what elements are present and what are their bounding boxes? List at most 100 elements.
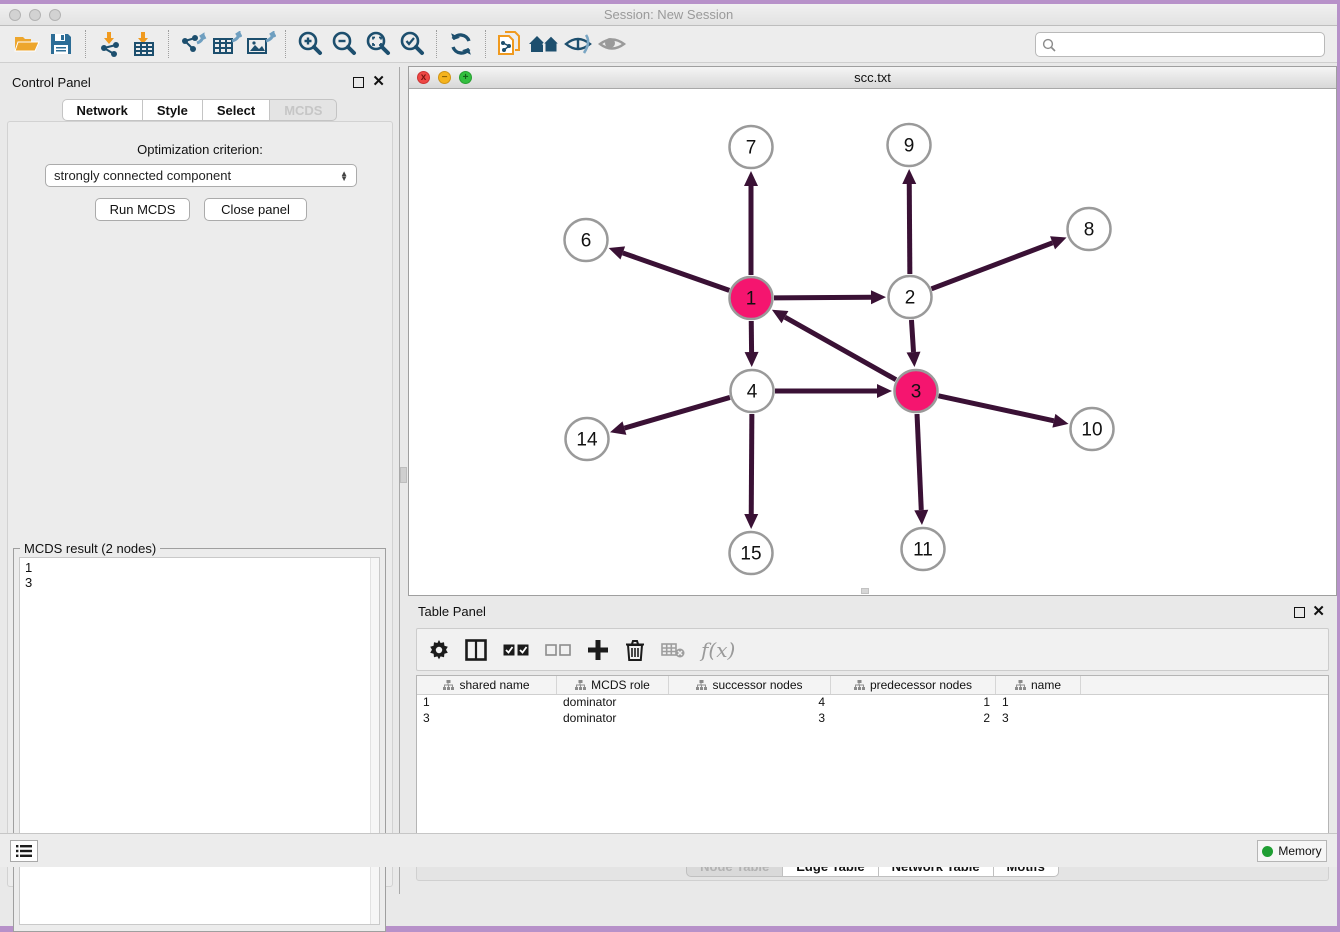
toolbar-separator bbox=[485, 30, 486, 58]
toolbar-separator bbox=[436, 30, 437, 58]
memory-label: Memory bbox=[1278, 844, 1321, 858]
network-resize-handle[interactable] bbox=[861, 588, 869, 594]
export-table-button[interactable] bbox=[210, 29, 244, 59]
vertical-splitter[interactable] bbox=[400, 67, 408, 894]
network-canvas[interactable]: 7968124314101511 bbox=[409, 89, 1336, 595]
graph-edge-2-8[interactable] bbox=[932, 243, 1053, 289]
criterion-dropdown[interactable]: strongly connected component ▲▼ bbox=[45, 164, 357, 187]
node-label: 3 bbox=[911, 382, 922, 403]
table-row[interactable]: 1dominator411 bbox=[417, 695, 1328, 711]
clone-network-button[interactable] bbox=[493, 29, 527, 59]
show-columns-icon[interactable] bbox=[465, 637, 487, 663]
tab-mcds[interactable]: MCDS bbox=[269, 99, 337, 121]
graph-edge-1-6[interactable] bbox=[623, 253, 730, 290]
table-cell[interactable]: 3 bbox=[417, 711, 557, 727]
node-label: 8 bbox=[1084, 220, 1095, 241]
graph-edge-4-15[interactable] bbox=[751, 414, 752, 514]
app-window: Session: New Session bbox=[0, 4, 1337, 926]
graph-edge-2-9[interactable] bbox=[909, 184, 910, 274]
search-icon bbox=[1042, 38, 1056, 52]
table-cell[interactable]: 2 bbox=[831, 711, 996, 727]
column-header-successor-nodes[interactable]: successor nodes bbox=[669, 676, 831, 694]
control-panel: Control Panel ✕ Network Style Select MCD… bbox=[0, 67, 400, 894]
save-session-button[interactable] bbox=[44, 29, 78, 59]
optimization-criterion-label: Optimization criterion: bbox=[8, 142, 392, 157]
table-cell[interactable]: dominator bbox=[557, 711, 669, 727]
sort-column-icon bbox=[575, 680, 586, 691]
table-panel-title: Table Panel bbox=[418, 604, 486, 619]
main-toolbar bbox=[0, 26, 1337, 63]
float-table-panel-icon[interactable] bbox=[1294, 607, 1305, 618]
edge-arrowhead bbox=[877, 384, 892, 398]
zoom-selected-button[interactable] bbox=[395, 29, 429, 59]
table-cell[interactable]: 1 bbox=[831, 695, 996, 711]
export-image-button[interactable] bbox=[244, 29, 278, 59]
add-column-icon[interactable] bbox=[587, 637, 609, 663]
edge-arrowhead bbox=[914, 510, 928, 525]
hide-panels-button[interactable] bbox=[561, 29, 595, 59]
graph-edge-3-10[interactable] bbox=[938, 396, 1053, 421]
close-panel-icon[interactable]: ✕ bbox=[372, 74, 385, 90]
import-network-button[interactable] bbox=[93, 29, 127, 59]
graph-edge-1-2[interactable] bbox=[774, 297, 871, 298]
table-cell[interactable]: 1 bbox=[417, 695, 557, 711]
column-header-name[interactable]: name bbox=[996, 676, 1081, 694]
export-network-button[interactable] bbox=[176, 29, 210, 59]
memory-status-icon bbox=[1262, 846, 1273, 857]
refresh-layout-button[interactable] bbox=[444, 29, 478, 59]
edge-arrowhead bbox=[744, 171, 758, 186]
toolbar-separator bbox=[285, 30, 286, 58]
graph-edge-3-11[interactable] bbox=[917, 414, 921, 510]
mcds-result-text[interactable]: 1 3 bbox=[19, 557, 380, 925]
toolbar-separator bbox=[85, 30, 86, 58]
deselect-all-checkboxes-icon[interactable] bbox=[545, 637, 571, 663]
graph-edge-2-3[interactable] bbox=[911, 320, 913, 352]
column-header-shared-name[interactable]: shared name bbox=[417, 676, 557, 694]
dropdown-stepper-icon: ▲▼ bbox=[340, 171, 348, 181]
table-cell[interactable]: 3 bbox=[669, 711, 831, 727]
delete-table-icon[interactable] bbox=[661, 637, 685, 663]
run-mcds-button[interactable]: Run MCDS bbox=[95, 198, 190, 221]
table-cell[interactable]: dominator bbox=[557, 695, 669, 711]
graph-edge-3-1[interactable] bbox=[785, 317, 896, 380]
zoom-out-button[interactable] bbox=[327, 29, 361, 59]
splitter-handle[interactable] bbox=[400, 467, 407, 483]
tab-select[interactable]: Select bbox=[202, 99, 269, 121]
delete-column-icon[interactable] bbox=[625, 637, 645, 663]
table-row[interactable]: 3dominator323 bbox=[417, 711, 1328, 727]
close-table-panel-icon[interactable]: ✕ bbox=[1312, 604, 1325, 620]
search-box[interactable] bbox=[1035, 32, 1325, 57]
control-panel-title: Control Panel bbox=[12, 75, 91, 90]
table-cell[interactable]: 1 bbox=[996, 695, 1081, 711]
function-builder-icon[interactable]: f(x) bbox=[701, 637, 735, 663]
zoom-in-button[interactable] bbox=[293, 29, 327, 59]
sort-column-icon bbox=[1015, 680, 1026, 691]
import-table-button[interactable] bbox=[127, 29, 161, 59]
tab-style[interactable]: Style bbox=[142, 99, 202, 121]
search-input[interactable] bbox=[1056, 37, 1324, 52]
task-history-button[interactable] bbox=[10, 840, 38, 862]
column-header-MCDS-role[interactable]: MCDS role bbox=[557, 676, 669, 694]
table-cell[interactable]: 4 bbox=[669, 695, 831, 711]
node-label: 15 bbox=[740, 544, 761, 565]
memory-button[interactable]: Memory bbox=[1257, 840, 1327, 862]
select-all-checkboxes-icon[interactable] bbox=[503, 637, 529, 663]
home-button[interactable] bbox=[527, 29, 561, 59]
node-table[interactable]: shared nameMCDS rolesuccessor nodesprede… bbox=[416, 675, 1329, 847]
mcds-result-title: MCDS result (2 nodes) bbox=[20, 541, 160, 556]
column-header-predecessor-nodes[interactable]: predecessor nodes bbox=[831, 676, 996, 694]
node-label: 1 bbox=[746, 289, 757, 310]
node-label: 7 bbox=[746, 138, 757, 159]
table-cell[interactable]: 3 bbox=[996, 711, 1081, 727]
zoom-fit-button[interactable] bbox=[361, 29, 395, 59]
close-panel-button[interactable]: Close panel bbox=[204, 198, 307, 221]
show-panels-button[interactable] bbox=[595, 29, 629, 59]
settings-gear-icon[interactable] bbox=[429, 637, 449, 663]
open-session-button[interactable] bbox=[10, 29, 44, 59]
graph-edge-4-14[interactable] bbox=[624, 397, 729, 428]
result-scrollbar[interactable] bbox=[370, 558, 379, 924]
tab-network[interactable]: Network bbox=[62, 99, 142, 121]
sort-column-icon bbox=[696, 680, 707, 691]
node-label: 14 bbox=[576, 430, 598, 451]
float-panel-icon[interactable] bbox=[353, 77, 364, 88]
